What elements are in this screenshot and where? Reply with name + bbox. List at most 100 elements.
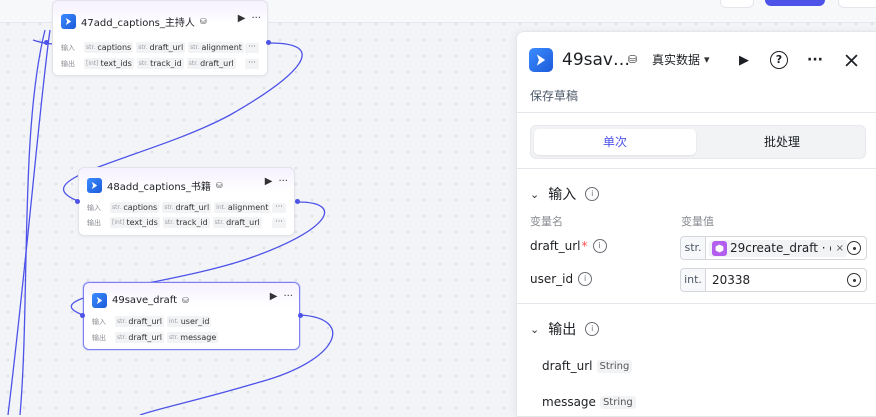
draft-url-value-field[interactable]: str. 29create_draft · d × — [680, 236, 867, 260]
play-icon[interactable]: ▶ — [265, 176, 273, 187]
play-icon: ▶ — [739, 52, 749, 68]
node-inputs-row: 输入 str. captions str. draft_url str. alignm… — [61, 42, 244, 53]
database-icon: ⛁ — [628, 53, 638, 66]
database-icon: ⛁ — [215, 180, 223, 190]
node-outputs-row: 输出 str. draft_url str. message — [92, 332, 219, 343]
param-tag: str. captions — [110, 202, 160, 213]
run-button[interactable]: ▶ — [732, 48, 756, 72]
workflow-node-47[interactable]: 47add_captions_主持人 ⛁ ▶ ··· 输入 str. captio… — [52, 0, 268, 76]
chevron-down-icon: ⌄ — [530, 322, 540, 336]
param-tag: str. draft_url — [162, 202, 212, 213]
tab-single[interactable]: 单次 — [534, 129, 696, 155]
workflow-node-49[interactable]: 49save_draft ⛁ ▶ ··· 输入 str. draft_url in… — [83, 282, 300, 350]
param-tag: str. draft_url — [212, 217, 262, 228]
tab-batch[interactable]: 批处理 — [702, 129, 862, 155]
variable-picker-icon[interactable] — [847, 241, 861, 255]
more-params-button[interactable]: ··· — [272, 203, 286, 213]
param-tag: str. alignment — [188, 42, 244, 53]
info-icon[interactable]: i — [592, 239, 607, 253]
more-button[interactable]: ··· — [803, 48, 827, 72]
param-tag: str. draft_url — [186, 58, 236, 69]
variable-name: user_id i — [530, 272, 593, 286]
more-params-button[interactable]: ··· — [245, 59, 259, 69]
database-icon: ⛁ — [182, 295, 189, 305]
param-tag: str. captions — [84, 42, 134, 53]
output-port[interactable] — [298, 313, 303, 318]
node-test-panel: 49sav… ⛁ 真实数据 ▾ ▶ ? ··· 保存草稿 单次 批处理 ⌄ 输入… — [516, 31, 876, 417]
input-port[interactable] — [44, 40, 49, 45]
divider — [517, 303, 876, 304]
more-icon[interactable]: ··· — [283, 291, 293, 302]
chevron-down-icon: ⌄ — [530, 187, 540, 201]
param-tag: str. draft_url — [136, 42, 186, 53]
variable-reference-chip[interactable]: 29create_draft · d × — [709, 239, 847, 257]
close-icon — [844, 53, 858, 67]
more-icon[interactable]: ··· — [278, 176, 288, 187]
info-icon[interactable]: i — [585, 322, 600, 336]
output-section-header[interactable]: ⌄ 输出 i — [530, 319, 600, 339]
node-header: 47add_captions_主持人 ⛁ — [61, 13, 207, 29]
node-actions: ▶ ··· — [270, 291, 293, 302]
variable-picker-icon[interactable] — [847, 273, 861, 287]
more-icon[interactable]: ··· — [251, 13, 261, 24]
param-tag: int. alignment — [214, 202, 271, 213]
run-mode-tabs: 单次 批处理 — [530, 125, 866, 159]
plugin-icon — [529, 48, 553, 72]
node-title: 49save_draft — [112, 294, 177, 306]
panel-title: 49sav… — [562, 50, 630, 70]
node-header: 48add_captions_书籍 ⛁ — [87, 177, 223, 193]
node-actions: ▶ ··· — [265, 176, 288, 187]
param-tag: str. message — [166, 332, 219, 343]
node-title: 47add_captions_主持人 — [81, 17, 195, 29]
param-tag: str. draft_url — [115, 332, 164, 343]
node-outputs-row: 输出 [int] text_ids str. track_id str. draft_… — [87, 217, 262, 228]
output-port[interactable] — [266, 40, 271, 45]
close-icon[interactable]: × — [836, 243, 844, 254]
node-outputs-row: 输出 [int] text_ids str. track_id str. draft_… — [61, 58, 236, 69]
divider — [517, 168, 876, 169]
toolbar-button[interactable] — [720, 0, 754, 8]
more-params-button[interactable]: ··· — [272, 218, 286, 228]
workflow-node-48[interactable]: 48add_captions_书籍 ⛁ ▶ ··· 输入 str. caption… — [78, 167, 295, 236]
input-section-header[interactable]: ⌄ 输入 i — [530, 184, 600, 204]
type-badge: String — [599, 395, 636, 409]
column-header-value: 变量值 — [681, 215, 714, 228]
node-header: 49save_draft ⛁ — [92, 292, 189, 308]
type-badge: String — [596, 359, 633, 373]
toolbar-button[interactable] — [838, 0, 876, 8]
param-tag: str. track_id — [136, 58, 184, 69]
output-port[interactable] — [295, 199, 300, 204]
user-id-value[interactable]: 20338 — [712, 273, 866, 287]
close-button[interactable] — [839, 48, 863, 72]
node-inputs-row: 输入 str. captions str. draft_url int. alignm… — [87, 202, 271, 213]
column-header-name: 变量名 — [530, 215, 563, 228]
database-icon: ⛁ — [199, 16, 207, 26]
info-icon[interactable]: i — [585, 187, 600, 201]
help-button[interactable]: ? — [767, 48, 791, 72]
input-port[interactable] — [80, 313, 85, 318]
panel-subtitle: 保存草稿 — [530, 89, 579, 103]
chevron-down-icon: ▾ — [704, 53, 710, 66]
play-icon[interactable]: ▶ — [270, 291, 278, 302]
data-mode-select[interactable]: 真实数据 ▾ — [652, 51, 710, 69]
cube-icon — [712, 240, 727, 256]
user-id-value-field[interactable]: int. 20338 — [680, 268, 867, 292]
node-inputs-row: 输入 str. draft_url int. user_id — [92, 316, 212, 327]
plugin-icon — [87, 177, 102, 193]
param-tag: [int] text_ids — [110, 217, 160, 228]
play-icon[interactable]: ▶ — [238, 13, 246, 24]
plugin-icon — [61, 13, 76, 29]
input-port[interactable] — [75, 199, 80, 204]
param-tag: str. track_id — [162, 217, 210, 228]
info-icon[interactable]: i — [578, 272, 593, 286]
more-params-button[interactable]: ··· — [245, 43, 259, 53]
output-item: draft_url String — [542, 359, 633, 373]
param-tag: [int] text_ids — [84, 58, 134, 69]
type-badge: str. — [681, 237, 706, 259]
node-title: 48add_captions_书籍 — [107, 181, 211, 193]
more-icon: ··· — [807, 52, 823, 68]
toolbar-primary-button[interactable] — [765, 0, 825, 6]
param-tag: int. user_id — [166, 316, 212, 327]
output-item: message String — [542, 395, 636, 409]
node-actions: ▶ ··· — [238, 13, 261, 24]
